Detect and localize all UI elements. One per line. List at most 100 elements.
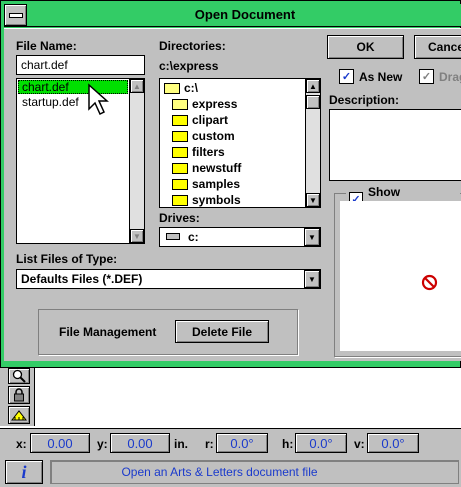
directory-item[interactable]: newstuff	[172, 160, 241, 176]
title-bar: Open Document	[4, 4, 461, 27]
file-type-dropdown[interactable]: Defaults Files (*.DEF) ▼	[16, 269, 321, 289]
ruler-icon	[11, 410, 27, 421]
directory-name: filters	[192, 145, 225, 159]
measure-tool-button[interactable]	[8, 406, 30, 424]
scroll-down-arrow-icon[interactable]: ▼	[130, 229, 144, 243]
lock-icon	[14, 388, 24, 402]
directories-label: Directories:	[159, 39, 226, 53]
v-skew-field[interactable]: 0.0°	[367, 433, 419, 453]
directory-name: newstuff	[192, 161, 242, 175]
directory-item[interactable]: filters	[172, 144, 225, 160]
system-menu-icon	[8, 12, 23, 18]
directory-list[interactable]: c:\ express clipart custom filters newstuff sa…	[159, 78, 321, 208]
file-name-text: startup.def	[22, 95, 79, 109]
folder-icon	[172, 178, 188, 190]
zoom-tool-button[interactable]	[8, 368, 30, 384]
status-message-panel: Open an Arts & Letters document file	[50, 460, 459, 484]
description-label: Description:	[329, 93, 400, 107]
file-name-label: File Name:	[16, 39, 77, 53]
file-list-item[interactable]: startup.def	[18, 95, 128, 109]
open-document-dialog: Open Document File Name: chart.def chart…	[0, 0, 461, 368]
directory-item[interactable]: symbols	[172, 192, 241, 207]
cancel-label: Cance	[428, 40, 461, 54]
dropdown-arrow-icon[interactable]: ▼	[304, 228, 320, 246]
directory-name: custom	[192, 129, 235, 143]
dialog-title: Open Document	[194, 7, 296, 22]
file-management-group: File Management Delete File	[38, 309, 298, 355]
x-label: x:	[16, 437, 27, 451]
h-label: h:	[282, 437, 294, 451]
directory-name: c:\	[184, 81, 199, 95]
description-box[interactable]	[329, 109, 461, 181]
drives-dropdown[interactable]: c: ▼	[159, 227, 321, 247]
status-bar: x: 0.00 y: 0.00 in. r: 0.0° h: 0.0° v: 0…	[0, 428, 461, 487]
directory-item[interactable]: c:\	[164, 80, 198, 96]
folder-icon	[172, 146, 188, 158]
scroll-down-arrow-icon[interactable]: ▼	[306, 193, 320, 207]
current-directory: c:\express	[159, 59, 219, 73]
open-folder-icon	[164, 82, 180, 94]
checkmark-icon: ✓	[419, 69, 434, 84]
directory-item[interactable]: express	[172, 96, 237, 112]
directory-name: clipart	[192, 113, 229, 127]
drive-value: c:	[188, 230, 199, 244]
drag-checkbox[interactable]: ✓ Drag	[419, 69, 461, 84]
no-preview-icon	[421, 274, 438, 291]
x-value: 0.00	[47, 435, 73, 451]
y-value: 0.00	[127, 435, 153, 451]
file-list[interactable]: chart.def startup.def ▲ ▼	[16, 78, 145, 244]
file-list-scrollbar[interactable]: ▲ ▼	[129, 79, 144, 243]
ok-button[interactable]: OK	[327, 35, 404, 59]
delete-file-button[interactable]: Delete File	[175, 320, 269, 343]
v-label: v:	[354, 437, 365, 451]
cancel-button[interactable]: Cance	[414, 35, 461, 59]
mouse-pointer-icon	[88, 83, 109, 116]
as-new-label: As New	[359, 69, 403, 84]
ok-label: OK	[356, 40, 375, 54]
file-name-field[interactable]: chart.def	[16, 55, 145, 75]
delete-file-label: Delete File	[191, 324, 253, 339]
folder-icon	[172, 114, 188, 126]
file-type-value: Defaults Files (*.DEF)	[21, 272, 143, 286]
directory-list-scrollbar[interactable]: ▲ ▼	[305, 79, 320, 207]
drive-icon	[166, 233, 180, 240]
folder-icon	[172, 130, 188, 142]
dropdown-arrow-icon[interactable]: ▼	[304, 270, 320, 288]
file-name-value: chart.def	[21, 58, 68, 72]
status-message: Open an Arts & Letters document file	[121, 465, 318, 479]
file-list-item-selected[interactable]: chart.def	[18, 80, 128, 94]
x-coordinate-field[interactable]: 0.00	[30, 433, 90, 453]
scroll-up-arrow-icon[interactable]: ▲	[306, 79, 320, 93]
r-label: r:	[205, 437, 214, 451]
lock-tool-button[interactable]	[8, 386, 30, 404]
file-management-label: File Management	[59, 325, 157, 339]
directory-name: samples	[192, 177, 241, 191]
v-value: 0.0°	[381, 435, 405, 451]
open-folder-icon	[172, 98, 188, 110]
directory-item[interactable]: clipart	[172, 112, 228, 128]
directory-name: express	[192, 97, 238, 111]
thumbnail-preview	[340, 201, 461, 351]
scroll-up-arrow-icon[interactable]: ▲	[130, 79, 144, 93]
h-value: 0.0°	[309, 435, 333, 451]
system-menu-button[interactable]	[4, 4, 27, 26]
rotation-field[interactable]: 0.0°	[216, 433, 268, 453]
folder-icon	[172, 162, 188, 174]
h-skew-field[interactable]: 0.0°	[295, 433, 347, 453]
drag-label: Drag	[439, 69, 461, 84]
directory-name: symbols	[192, 193, 241, 207]
info-button[interactable]: i	[5, 460, 43, 484]
drives-label: Drives:	[159, 211, 200, 225]
list-type-label: List Files of Type:	[16, 252, 118, 266]
as-new-checkbox[interactable]: ✓ As New	[339, 69, 402, 84]
folder-icon	[172, 194, 188, 206]
unit-label: in.	[174, 437, 188, 451]
y-label: y:	[97, 437, 108, 451]
directory-item[interactable]: samples	[172, 176, 240, 192]
y-coordinate-field[interactable]: 0.00	[110, 433, 170, 453]
file-name-text: chart.def	[22, 80, 69, 94]
magnifier-icon	[12, 369, 26, 383]
directory-item[interactable]: custom	[172, 128, 235, 144]
scroll-thumb[interactable]	[306, 95, 320, 109]
info-icon: i	[21, 461, 27, 482]
